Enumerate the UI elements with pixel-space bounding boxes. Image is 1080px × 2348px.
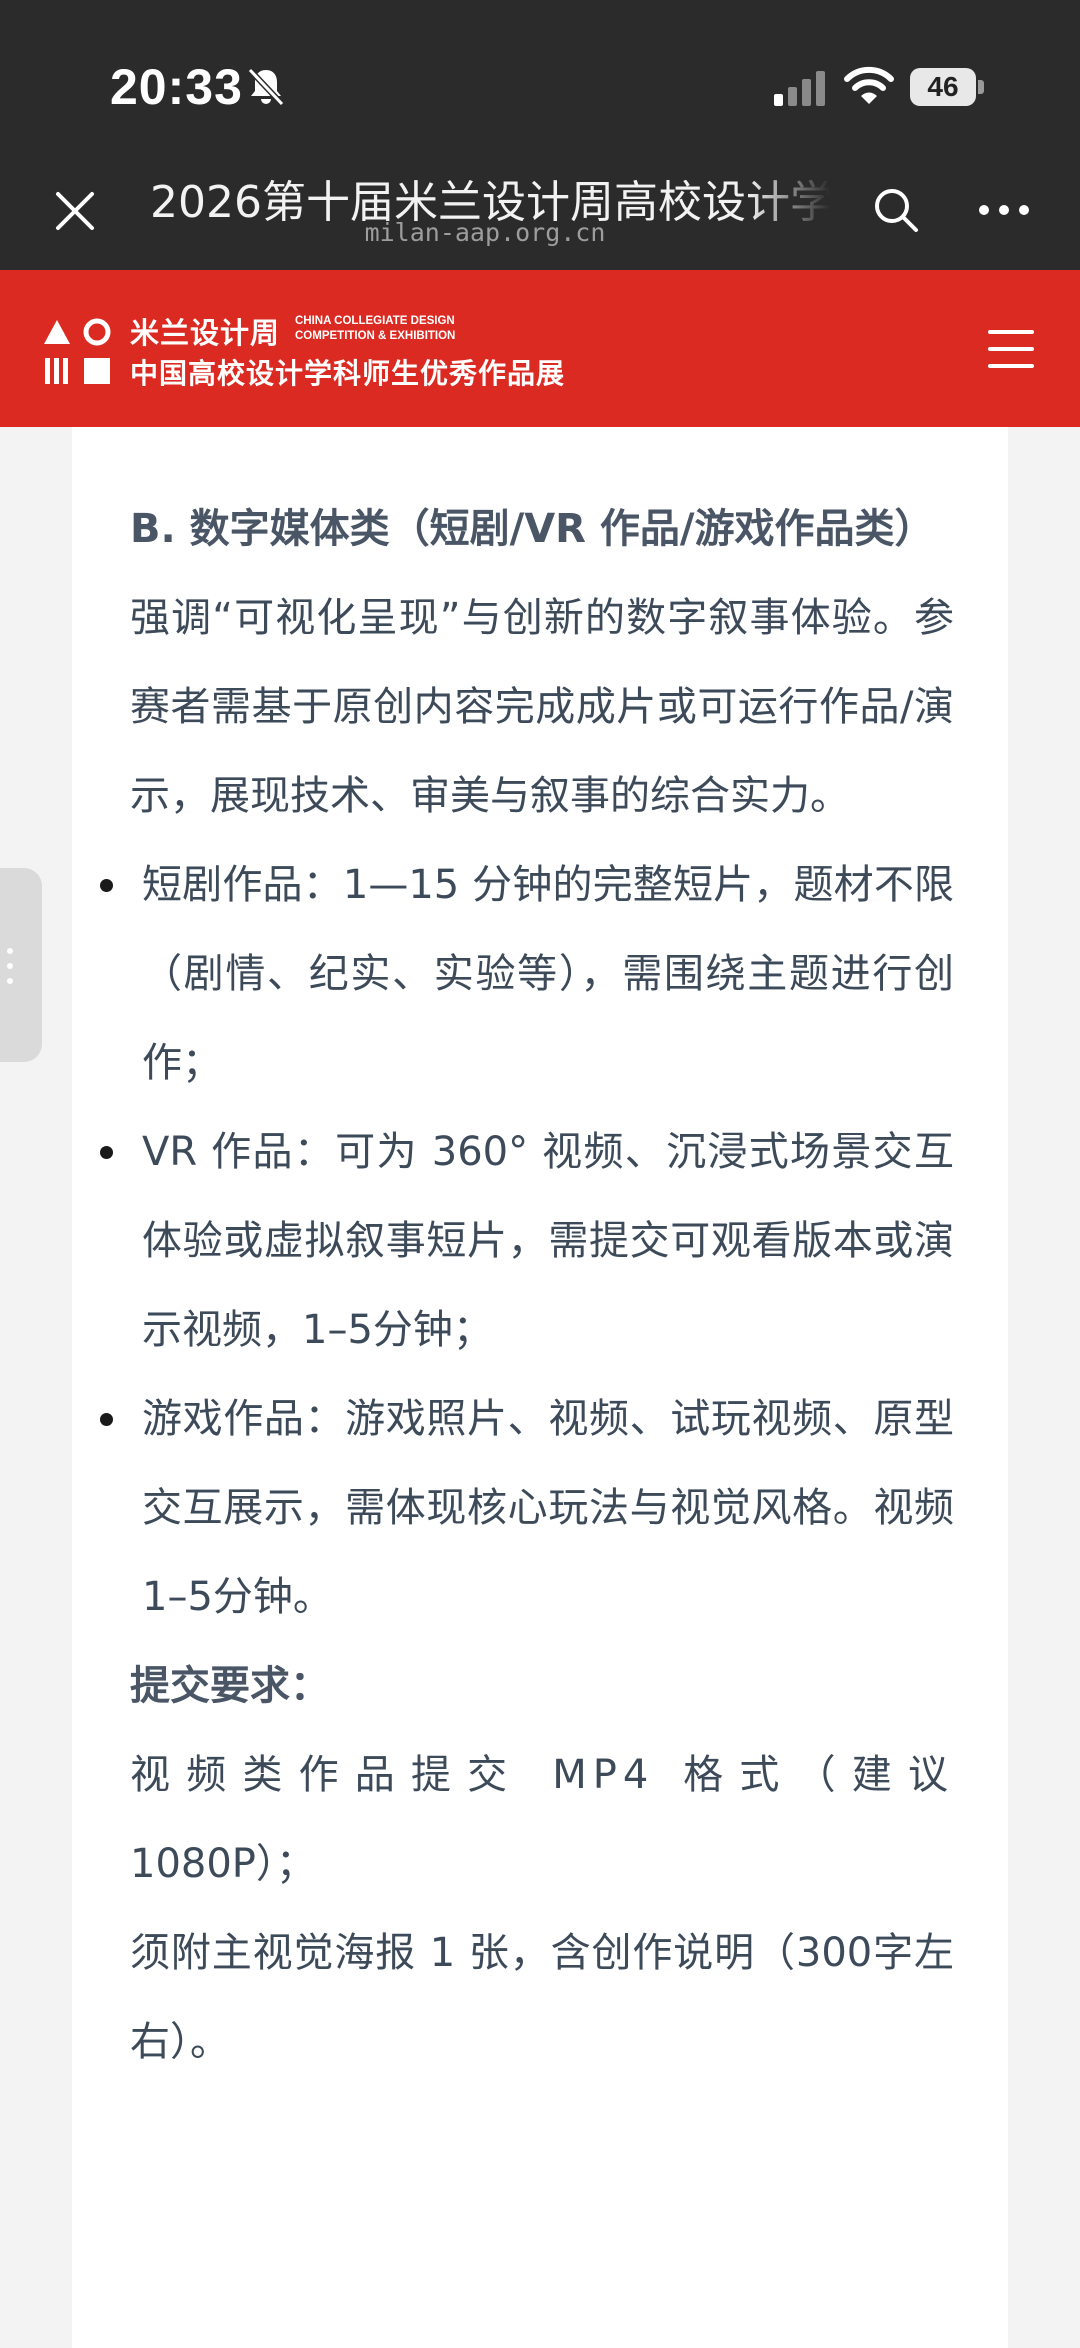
page-url: milan-aap.org.cn [364,218,606,247]
bell-off-icon [247,67,285,107]
site-logo-icon[interactable] [42,310,118,390]
requirement-poster: 须附主视觉海报 1 张，含创作说明（300字左右）。 [130,1930,954,2065]
bullet-dot-icon [100,1146,113,1159]
list-item: VR 作品：可为 360° 视频、沉浸式场景交互体验或虚拟叙事短片，需提交可观看… [100,1108,954,1375]
list-item-text: 短剧作品：1—15 分钟的完整短片，题材不限（剧情、纪实、实验等），需围绕主题进… [142,862,954,1086]
bullet-dot-icon [100,1413,113,1426]
list-item-text: 游戏作品：游戏照片、视频、试玩视频、原型交互展示，需体现核心玩法与视觉风格。视频… [142,1396,954,1620]
battery-tip [978,80,984,94]
menu-icon[interactable] [988,328,1034,370]
brand-name-en-line1: CHINA COLLEGIATE DESIGN [295,315,455,327]
status-time: 20:33 [110,59,243,115]
battery-indicator: 46 [910,68,984,106]
content-card: B. 数字媒体类（短剧/VR 作品/游戏作品类） 强调“可视化呈现”与创新的数字… [72,427,1008,2348]
search-icon[interactable] [870,184,922,236]
list-item: 游戏作品：游戏照片、视频、试玩视频、原型交互展示，需体现核心玩法与视觉风格。视频… [100,1375,954,1642]
requirement-format-line2: 1080P）； [130,1841,316,1887]
category-list: 短剧作品：1—15 分钟的完整短片，题材不限（剧情、纪实、实验等），需围绕主题进… [100,841,954,1642]
battery-level: 46 [910,68,976,106]
more-icon[interactable] [976,200,1032,220]
article-body: B. 数字媒体类（短剧/VR 作品/游戏作品类） 强调“可视化呈现”与创新的数字… [100,485,954,2087]
brand-name-cn: 米兰设计周 [130,316,281,350]
requirements-heading: 提交要求： [130,1663,330,1709]
intro-paragraph: 强调“可视化呈现”与创新的数字叙事体验。参赛者需基于原创内容完成成片或可运行作品… [130,595,954,819]
brand-name-en-line2: COMPETITION & EXHIBITION [295,330,456,342]
brand-subtitle-cn: 中国高校设计学科师生优秀作品展 [130,357,566,390]
browser-top-bar: 20:33 46 2026第十届米兰设计周高校设计学科师生优秀作品展 milan… [0,0,1080,270]
wifi-icon [844,66,894,104]
requirement-format-line1: 视频类作品提交 MP4 格式（建议 [130,1752,954,1798]
section-heading: B. 数字媒体类（短剧/VR 作品/游戏作品类） [130,506,935,552]
brand-name-en: CHINA COLLEGIATE DESIGN COMPETITION & EX… [295,314,455,344]
signal-icon [774,71,825,106]
drag-handle-icon [7,948,13,984]
side-drawer-handle[interactable] [0,868,42,1062]
site-header: 米兰设计周 CHINA COLLEGIATE DESIGN COMPETITIO… [0,270,1080,427]
list-item-text: VR 作品：可为 360° 视频、沉浸式场景交互体验或虚拟叙事短片，需提交可观看… [142,1129,954,1353]
list-item: 短剧作品：1—15 分钟的完整短片，题材不限（剧情、纪实、实验等），需围绕主题进… [100,841,954,1108]
bullet-dot-icon [100,879,113,892]
